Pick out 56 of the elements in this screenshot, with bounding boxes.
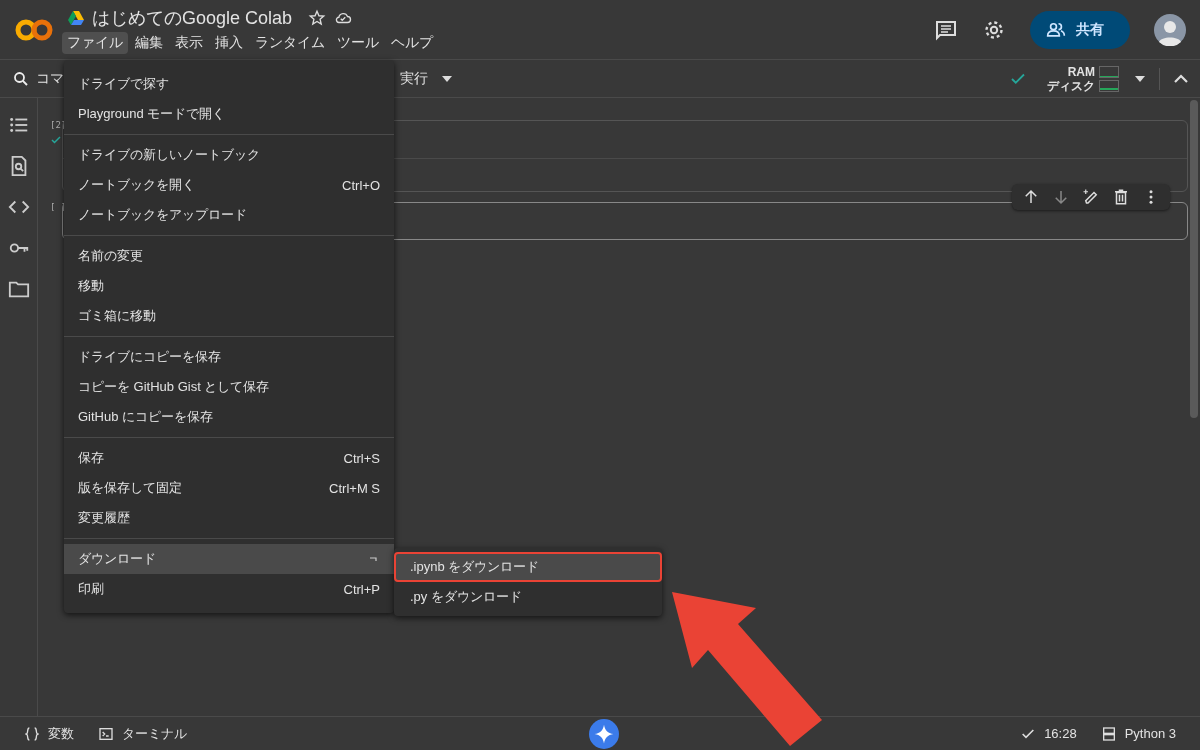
menu-item[interactable]: 印刷 Ctrl+P — [64, 574, 394, 604]
menu-item[interactable]: 名前の変更 — [64, 241, 394, 271]
disk-label: ディスク — [1047, 78, 1095, 93]
arrow-down-icon[interactable] — [1052, 188, 1070, 206]
colab-logo[interactable] — [14, 17, 54, 42]
terminal-icon[interactable] — [98, 725, 114, 742]
braces-icon[interactable] — [24, 725, 40, 742]
run-label[interactable]: 実行 — [400, 69, 428, 88]
pencil-sparkle-icon[interactable] — [1082, 188, 1100, 206]
menu-item[interactable]: 移動 — [64, 271, 394, 301]
menu-item[interactable]: ドライブにコピーを保存 — [64, 342, 394, 372]
menu-tab[interactable]: 編集 — [130, 31, 168, 54]
star-icon[interactable] — [308, 8, 327, 27]
caret-icon[interactable] — [442, 75, 452, 82]
drive-icon — [68, 10, 84, 25]
menu-tab[interactable]: ファイル — [62, 31, 128, 54]
menu-item[interactable]: 変更履歴 — [64, 503, 394, 533]
command-search-label[interactable]: コマ — [36, 69, 64, 88]
ram-label: RAM — [1067, 64, 1095, 79]
runtime-label[interactable]: Python 3 — [1124, 726, 1176, 741]
terminal-label[interactable]: ターミナル — [122, 724, 187, 743]
share-button[interactable]: 共有 — [1030, 10, 1130, 49]
menu-item[interactable]: ダウンロード — [64, 544, 394, 574]
execution-count: [2] — [50, 120, 62, 130]
menu-item[interactable]: .ipynb をダウンロード — [394, 552, 662, 582]
arrow-up-icon[interactable] — [1022, 188, 1040, 206]
menu-item[interactable]: GitHub にコピーを保存 — [64, 402, 394, 432]
scrollbar[interactable] — [1190, 100, 1198, 418]
menu-tab[interactable]: 挿入 — [210, 31, 248, 54]
disk-meter-icon — [1099, 79, 1119, 92]
menu-tab[interactable]: ランタイム — [250, 31, 330, 54]
menu-tab[interactable]: ツール — [332, 31, 384, 54]
menu-item[interactable]: .py をダウンロード — [394, 582, 662, 612]
menu-tab[interactable]: ヘルプ — [386, 31, 438, 54]
menu-tab[interactable]: 表示 — [170, 31, 208, 54]
menu-item[interactable]: 保存 Ctrl+S — [64, 443, 394, 473]
execution-time[interactable]: 16:28 — [1044, 726, 1077, 741]
menu-item[interactable]: ゴミ箱に移動 — [64, 301, 394, 331]
avatar[interactable] — [1154, 13, 1186, 46]
collapse-icon[interactable] — [1174, 73, 1188, 84]
server-icon[interactable] — [1100, 725, 1117, 742]
menu-item[interactable]: ドライブの新しいノートブック — [64, 140, 394, 170]
delete-icon[interactable] — [1112, 188, 1130, 206]
execution-count: [ ] — [50, 202, 62, 212]
menu-item[interactable]: ノートブックを開く Ctrl+O — [64, 170, 394, 200]
notebook-title[interactable]: はじめてのGoogle Colab — [92, 5, 293, 30]
menu-item[interactable]: 版を保存して固定 Ctrl+M S — [64, 473, 394, 503]
menu-item[interactable]: ノートブックをアップロード — [64, 200, 394, 230]
menu-item[interactable]: コピーを GitHub Gist として保存 — [64, 372, 394, 402]
caret-icon[interactable] — [1135, 75, 1145, 82]
ram-meter-icon — [1099, 65, 1119, 78]
gemini-button[interactable] — [588, 718, 619, 749]
menu-item[interactable]: Playground モードで開く — [64, 99, 394, 129]
menu-item[interactable]: ドライブで探す — [64, 69, 394, 99]
search-icon[interactable] — [12, 69, 30, 88]
variables-label[interactable]: 変数 — [48, 724, 74, 743]
